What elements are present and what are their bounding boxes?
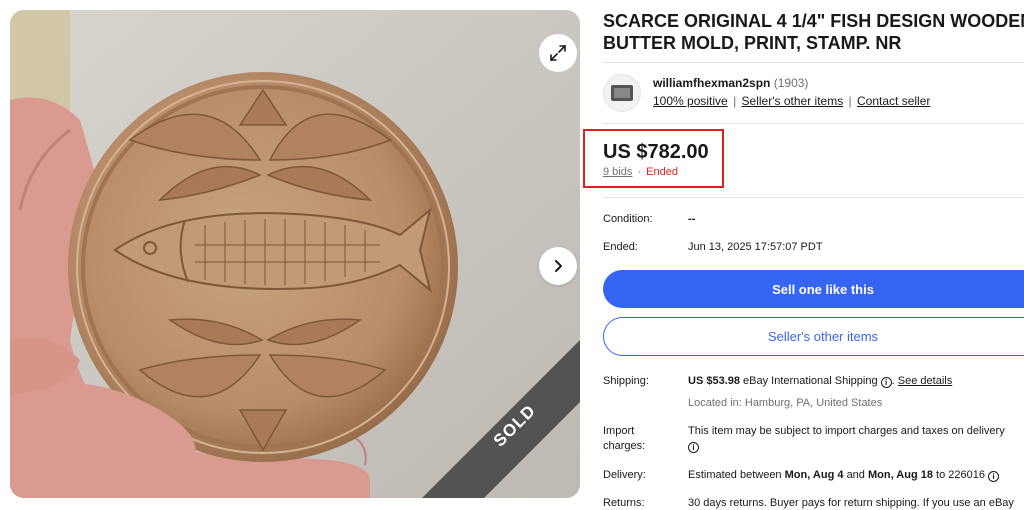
item-details-panel: SCARCE ORIGINAL 4 1/4" FISH DESIGN WOODE…	[583, 0, 1024, 510]
import-charges-label: Import charges:	[603, 425, 646, 452]
seller-other-items-link[interactable]: Seller's other items	[742, 94, 844, 108]
divider	[603, 197, 1024, 198]
info-icon[interactable]: i	[988, 471, 1000, 482]
item-price: US $782.00	[603, 141, 709, 163]
shipping-cost: US $53.98	[688, 375, 740, 387]
next-image-button[interactable]	[539, 247, 577, 285]
shipping-method: eBay International Shipping	[743, 375, 878, 387]
seller-name-line: williamfhexman2spn (1903)	[653, 76, 808, 90]
ended-value: Jun 13, 2025 17:57:07 PDT	[688, 241, 823, 253]
condition-value: --	[688, 213, 696, 225]
ended-label: Ended:	[603, 241, 638, 253]
delivery-zip: to 226016	[936, 469, 985, 481]
seller-feedback-count: (1903)	[773, 76, 809, 90]
see-details-link[interactable]: See details	[898, 375, 952, 387]
chevron-right-icon	[555, 260, 562, 272]
delivery-label: Delivery:	[603, 469, 646, 481]
divider	[603, 62, 1024, 63]
condition-label: Condition:	[603, 213, 653, 225]
bids-status-line: 9 bids · Ended	[603, 166, 678, 178]
sell-one-like-this-button[interactable]: Sell one like this	[603, 270, 1024, 308]
delivery-value: Estimated between Mon, Aug 4 and Mon, Au…	[688, 468, 1000, 483]
info-icon[interactable]: i	[880, 377, 892, 388]
positive-feedback-link[interactable]: 100% positive	[653, 94, 728, 108]
seller-avatar[interactable]	[603, 74, 641, 112]
delivery-end: Mon, Aug 18	[867, 469, 933, 481]
item-photo	[10, 10, 580, 498]
seller-avatar-image	[611, 85, 633, 101]
seller-links: 100% positive | Seller's other items | C…	[653, 94, 931, 108]
expand-icon	[550, 45, 566, 61]
delivery-start: Mon, Aug 4	[784, 469, 844, 481]
returns-label: Returns:	[603, 497, 645, 509]
info-icon[interactable]: i	[688, 442, 699, 453]
import-charges-text: This item may be subject to import charg…	[688, 425, 1005, 437]
item-location: Located in: Hamburg, PA, United States	[688, 397, 883, 409]
shipping-label: Shipping:	[603, 375, 649, 387]
contact-seller-link[interactable]: Contact seller	[857, 94, 930, 108]
expand-image-button[interactable]	[539, 34, 577, 72]
seller-name-link[interactable]: williamfhexman2spn	[653, 76, 770, 90]
shipping-value: US $53.98 eBay International Shipping i.…	[688, 375, 953, 388]
divider	[603, 123, 1024, 124]
returns-value: 30 days returns. Buyer pays for return s…	[688, 497, 1014, 509]
item-image-gallery[interactable]: SOLD	[10, 10, 580, 498]
listing-status: Ended	[646, 166, 678, 178]
import-charges-value: This item may be subject to import charg…	[688, 424, 1005, 454]
sellers-other-items-button[interactable]: Seller's other items	[603, 317, 1024, 356]
item-title: SCARCE ORIGINAL 4 1/4" FISH DESIGN WOODE…	[603, 11, 1024, 53]
bids-link[interactable]: 9 bids	[603, 166, 632, 178]
seller-info: williamfhexman2spn (1903) 100% positive …	[603, 74, 1024, 114]
